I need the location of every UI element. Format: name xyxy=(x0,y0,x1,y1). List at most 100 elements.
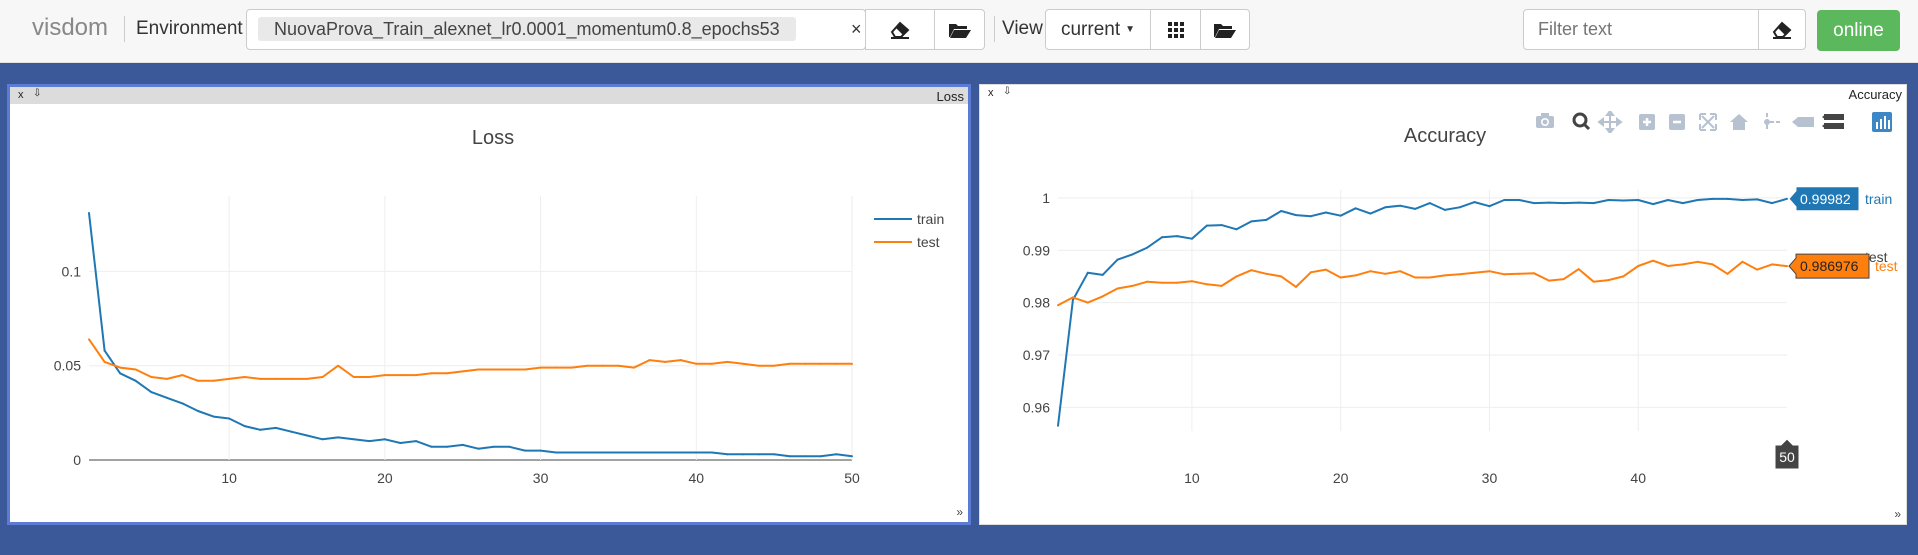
data-point-test xyxy=(1577,268,1580,271)
data-point-train xyxy=(430,445,433,448)
panel-bar[interactable]: x ⇩ Accuracy xyxy=(980,85,1906,102)
data-point-train xyxy=(181,402,184,405)
data-point-test xyxy=(1131,284,1134,287)
filter-input[interactable] xyxy=(1523,9,1759,50)
divider xyxy=(124,16,125,42)
data-point-train xyxy=(1562,202,1565,205)
data-point-test xyxy=(601,364,604,367)
data-point-train xyxy=(383,438,386,441)
data-point-train xyxy=(1533,202,1536,205)
data-point-test xyxy=(181,374,184,377)
data-point-test xyxy=(1726,272,1729,275)
hover-name-test: test xyxy=(1875,258,1898,274)
data-point-test xyxy=(150,376,153,379)
data-point-train xyxy=(601,451,604,454)
series-line-test xyxy=(1057,259,1788,307)
data-point-train xyxy=(119,372,122,375)
clear-environment-icon[interactable]: × xyxy=(851,19,862,40)
data-point-test xyxy=(648,359,651,362)
data-point-test xyxy=(508,368,511,371)
data-point-test xyxy=(1384,272,1387,275)
data-point-test xyxy=(461,370,464,373)
manage-views-button[interactable] xyxy=(1200,9,1250,50)
data-point-train xyxy=(1250,220,1253,223)
accuracy-chart[interactable]: Accuracy 0.96 0.97 0.98 0.99 1 10 20 30 40 0.99982… xyxy=(980,102,1906,520)
environment-select[interactable]: NuovaProva_Train_alexnet_lr0.0001_moment… xyxy=(246,9,885,50)
pin-icon[interactable]: ⇩ xyxy=(33,88,41,99)
data-point-train xyxy=(1265,218,1268,221)
environment-tag[interactable]: NuovaProva_Train_alexnet_lr0.0001_moment… xyxy=(258,17,796,41)
hover-label-x: 50 xyxy=(1774,438,1800,470)
x-tick-label: 20 xyxy=(377,470,393,486)
clear-env-button[interactable] xyxy=(865,9,935,50)
data-point-train xyxy=(1086,271,1089,274)
data-point-train xyxy=(1726,197,1729,200)
manage-env-button[interactable] xyxy=(934,9,985,50)
chart-title: Loss xyxy=(472,127,514,149)
data-point-train xyxy=(88,211,90,214)
data-point-train xyxy=(1176,235,1179,238)
view-select[interactable]: current ▼ xyxy=(1045,9,1151,50)
loss-panel[interactable]: x ⇩ Loss Loss 0 0.05 0.1 10 20 30 40 50 train test… xyxy=(7,84,971,525)
series-line-train xyxy=(1057,197,1788,426)
data-point-test xyxy=(492,368,495,371)
data-point-test xyxy=(773,364,776,367)
data-point-test xyxy=(1205,283,1208,286)
data-point-test xyxy=(1562,278,1565,281)
data-point-train xyxy=(1666,198,1669,201)
data-point-test xyxy=(212,379,215,382)
data-point-test xyxy=(259,377,262,380)
resize-handle-icon[interactable]: » xyxy=(1894,507,1901,521)
close-panel-button[interactable]: x xyxy=(18,89,24,101)
data-point-test xyxy=(555,366,558,369)
data-point-test xyxy=(1190,280,1193,283)
online-status-button[interactable]: online xyxy=(1817,10,1900,51)
data-point-train xyxy=(586,451,589,454)
panel-title: Accuracy xyxy=(1848,87,1902,102)
data-point-train xyxy=(1592,202,1595,205)
data-point-test xyxy=(197,379,199,382)
data-point-test xyxy=(1414,276,1417,279)
grid-icon xyxy=(1167,21,1184,38)
data-point-test xyxy=(1369,270,1372,273)
loss-chart[interactable]: Loss 0 0.05 0.1 10 20 30 40 50 train test xyxy=(10,104,968,522)
accuracy-panel[interactable]: x ⇩ Accuracy Accuracy 0.96 0.97 0.98 0.9… xyxy=(979,84,1907,525)
data-point-train xyxy=(679,451,682,454)
data-point-test xyxy=(1428,276,1431,279)
data-point-train xyxy=(1057,424,1059,427)
data-point-train xyxy=(851,455,853,458)
data-point-test xyxy=(477,368,480,371)
data-point-test xyxy=(1696,260,1699,263)
close-panel-button[interactable]: x xyxy=(988,87,994,99)
data-point-test xyxy=(119,366,122,369)
data-point-test xyxy=(1220,284,1223,287)
repack-button[interactable] xyxy=(1150,9,1201,50)
pin-icon[interactable]: ⇩ xyxy=(1003,86,1011,97)
data-point-test xyxy=(399,374,402,377)
data-point-train xyxy=(1577,201,1580,204)
clear-filter-button[interactable] xyxy=(1758,9,1806,50)
y-tick-label: 0.97 xyxy=(1023,347,1050,363)
data-point-test xyxy=(1399,270,1402,273)
data-point-train xyxy=(1295,214,1298,217)
data-point-test xyxy=(524,368,526,371)
y-tick-label: 1 xyxy=(1042,190,1050,206)
data-point-test xyxy=(757,364,760,367)
data-point-test xyxy=(1473,271,1476,274)
resize-handle-icon[interactable]: » xyxy=(956,505,963,519)
data-point-test xyxy=(1309,271,1312,274)
data-point-train xyxy=(1220,224,1223,227)
data-point-test xyxy=(835,362,838,365)
panel-bar[interactable]: x ⇩ Loss xyxy=(10,87,968,104)
data-point-train xyxy=(212,415,215,418)
data-point-train xyxy=(633,451,635,454)
brand-logo[interactable]: visdom xyxy=(32,14,108,42)
data-point-train xyxy=(1369,212,1372,215)
data-point-train xyxy=(773,453,776,456)
data-point-train xyxy=(461,443,464,446)
data-point-train xyxy=(228,417,231,420)
data-point-test xyxy=(851,362,853,365)
folder-open-icon xyxy=(948,23,971,38)
data-point-train xyxy=(1786,197,1788,200)
data-point-test xyxy=(274,377,277,380)
